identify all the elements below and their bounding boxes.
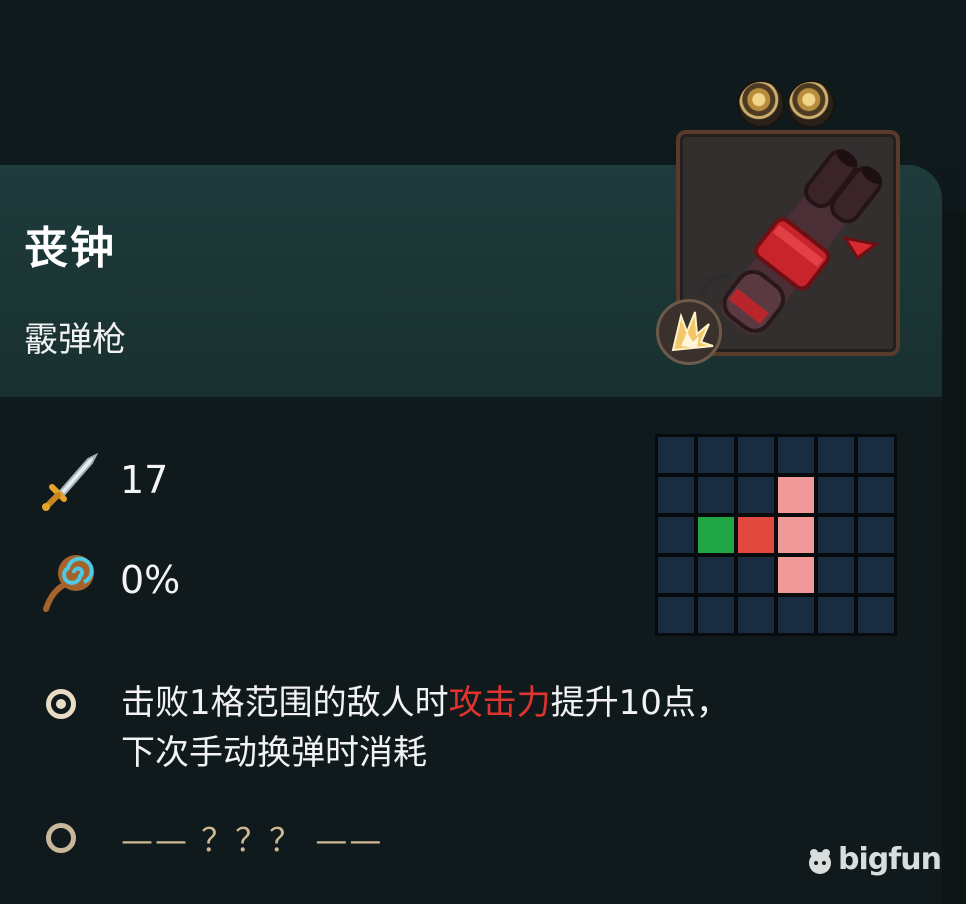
range-cell (738, 557, 774, 593)
range-cell (658, 477, 694, 513)
range-cell (698, 557, 734, 593)
range-cell (698, 597, 734, 633)
locked-effect-text: —— ？？？ —— (121, 821, 384, 859)
locked-effect-bullet-icon (46, 823, 76, 853)
effect-text-line2: 下次手动换弹时消耗 (121, 733, 427, 773)
range-cell-player (698, 517, 734, 553)
range-cell (818, 557, 854, 593)
attack-value: 17 (120, 458, 169, 502)
range-cell (818, 437, 854, 473)
bigfun-logo-icon (809, 849, 831, 874)
range-cell (658, 557, 694, 593)
range-cell (858, 597, 894, 633)
magic-stat: 0% (38, 552, 180, 612)
item-type: 霰弹枪 (24, 320, 126, 360)
range-cell-weapon (738, 517, 774, 553)
range-cell (778, 597, 814, 633)
effect-text-part1: 击败1格范围的敌人时 (121, 683, 449, 723)
range-cell (858, 517, 894, 553)
range-cell (818, 597, 854, 633)
item-name: 丧钟 (24, 223, 116, 274)
range-cell-hit (778, 517, 814, 553)
spiral-staff-icon (43, 555, 94, 612)
effect-description: 击败1格范围的敌人时攻击力提升10点， 下次手动换弹时消耗 (121, 678, 881, 778)
attack-range-grid (655, 434, 897, 636)
effect-bullet-icon (46, 689, 76, 719)
range-cell (818, 517, 854, 553)
explosion-icon (656, 299, 722, 365)
range-cell (858, 557, 894, 593)
attack-stat: 17 (38, 452, 168, 512)
effect-text-part2: 提升10点， (550, 683, 730, 723)
range-cell (738, 437, 774, 473)
range-cell (658, 437, 694, 473)
range-cell (778, 437, 814, 473)
range-cell (858, 437, 894, 473)
range-cell (698, 477, 734, 513)
range-cell-hit (778, 477, 814, 513)
range-cell-hit (778, 557, 814, 593)
magic-value: 0% (120, 558, 181, 602)
watermark-text: bigfun (838, 842, 942, 877)
range-cell (658, 597, 694, 633)
range-cell (738, 477, 774, 513)
range-cell (658, 517, 694, 553)
bullet-slot-icon (739, 82, 783, 126)
panel-edge (942, 210, 966, 904)
sword-icon (42, 452, 99, 511)
range-cell (858, 477, 894, 513)
range-cell (698, 437, 734, 473)
range-cell (818, 477, 854, 513)
effect-highlight: 攻击力 (448, 683, 551, 723)
bullet-slot-icon (789, 82, 833, 126)
range-cell (738, 597, 774, 633)
